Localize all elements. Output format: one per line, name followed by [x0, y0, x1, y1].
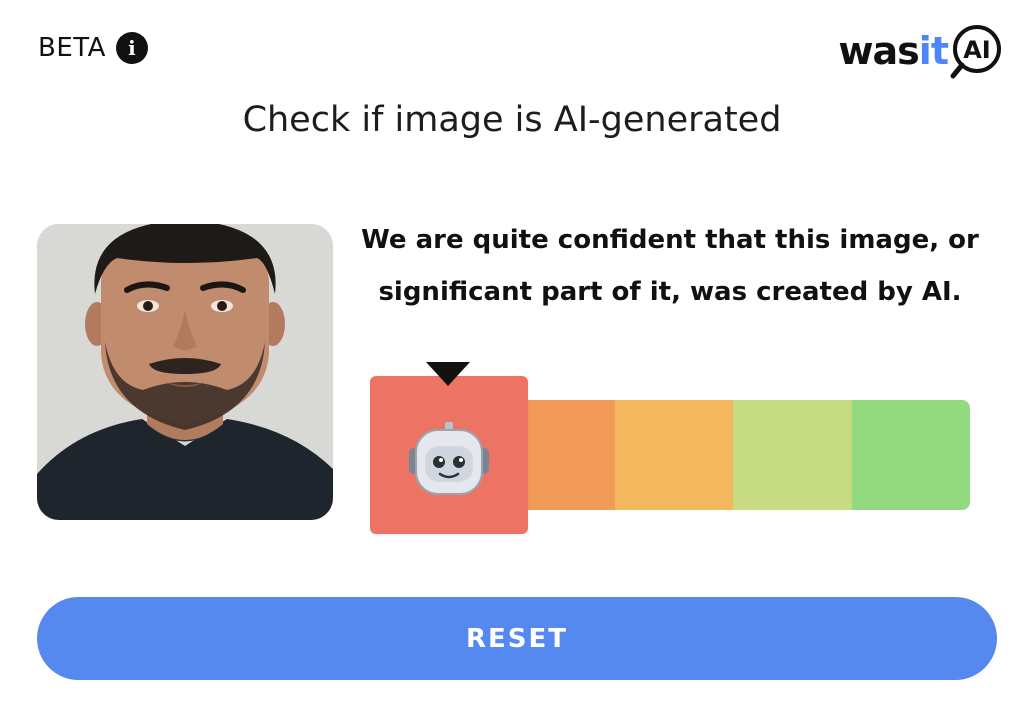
portrait-image	[37, 224, 333, 520]
page: BETA i wasit AI Check if image is AI-gen…	[0, 0, 1024, 702]
scale-pointer-icon	[426, 362, 470, 386]
beta-label: BETA	[38, 33, 106, 63]
page-title: Check if image is AI-generated	[242, 100, 782, 140]
reset-button[interactable]: RESET	[37, 597, 997, 680]
uploaded-image	[37, 224, 333, 520]
scale-segment-human	[851, 400, 970, 510]
scale-segment-likely-human	[733, 400, 852, 510]
magnifier-logo-icon: AI	[950, 25, 1001, 79]
wasitai-logo[interactable]: wasit AI	[838, 22, 1002, 80]
robot-icon	[409, 422, 489, 495]
result-message-line-1: We are quite confident that this image, …	[361, 225, 979, 255]
info-icon[interactable]: i	[115, 32, 148, 64]
result-message: We are quite confident that this image, …	[356, 214, 984, 318]
beta-badge[interactable]: BETA i	[38, 32, 148, 64]
logo-badge-text: AI	[963, 36, 991, 64]
scale-segment-uncertain	[614, 400, 734, 510]
result-message-line-2: significant part of it, was created by A…	[378, 277, 962, 307]
logo-wordmark: wasit	[838, 29, 949, 73]
